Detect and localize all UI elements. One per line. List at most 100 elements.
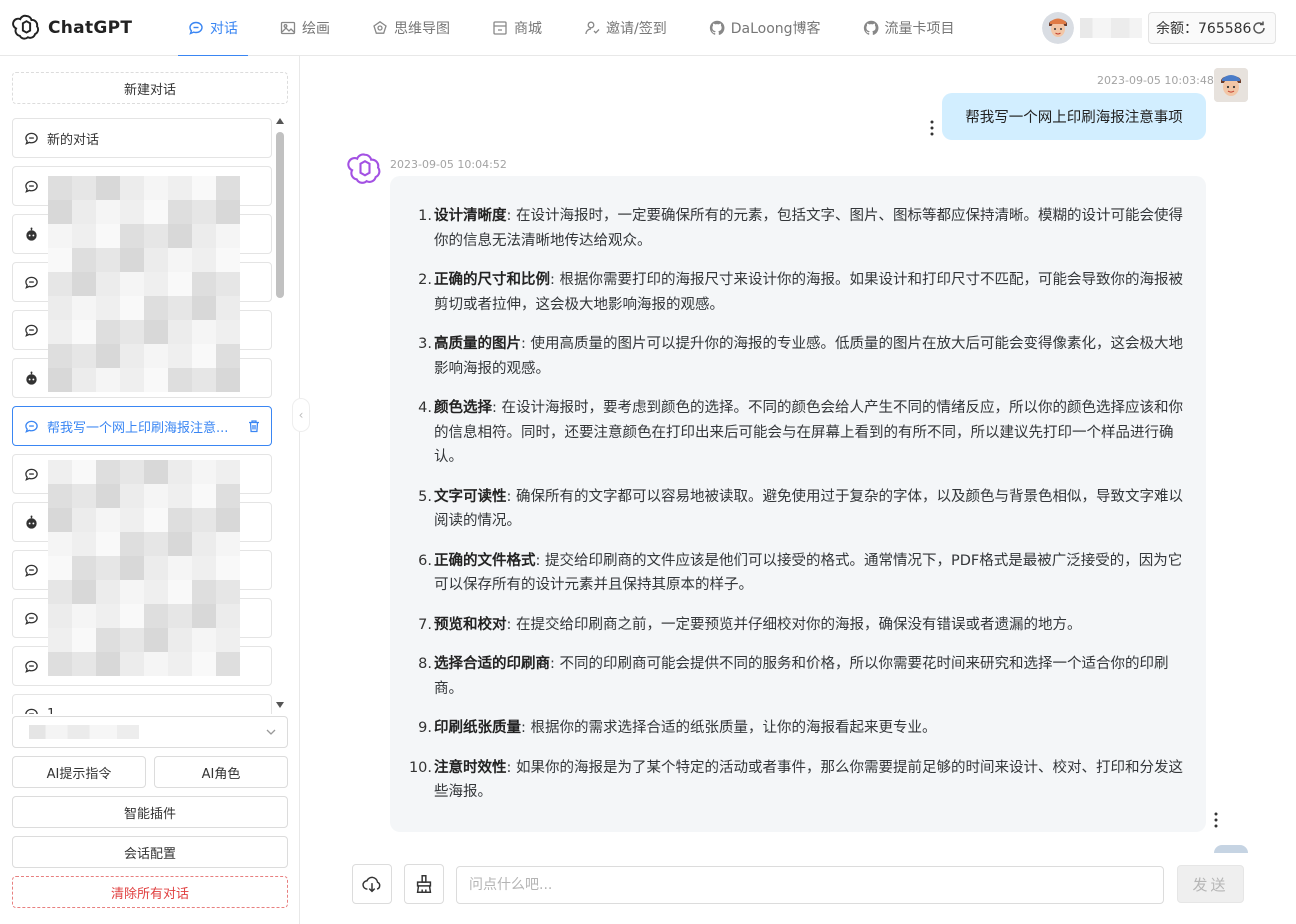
answer-item-title: 高质量的图片 — [434, 336, 521, 352]
redacted-mosaic — [120, 580, 144, 604]
ai-role-button[interactable]: AI角色 — [154, 756, 288, 788]
openai-logo-icon — [12, 14, 40, 40]
redacted-mosaic — [168, 272, 192, 296]
answer-item-title: 设计清晰度 — [434, 208, 507, 224]
answer-item-text: : 确保所有的文字都可以容易地被读取。避免使用过于复杂的字体，以及颜色与背景色相… — [434, 488, 1183, 530]
answer-item-title: 选择合适的印刷商 — [434, 656, 550, 672]
ai-prompt-button[interactable]: AI提示指令 — [12, 756, 146, 788]
redacted-mosaic — [96, 532, 120, 556]
redacted-mosaic — [48, 580, 72, 604]
redacted-mosaic — [168, 460, 192, 484]
redacted-mosaic — [216, 344, 240, 368]
nav-tab-store[interactable]: 商城 — [480, 0, 554, 56]
nav-tab-invite[interactable]: 邀请/签到 — [572, 0, 679, 56]
redacted-mosaic — [72, 652, 96, 676]
clear-screen-button[interactable] — [404, 864, 444, 904]
redacted-mosaic — [96, 508, 120, 532]
balance-label: 余额：765586 — [1156, 21, 1252, 37]
answer-item-title: 注意时效性 — [434, 759, 507, 776]
redacted-mosaic — [168, 628, 192, 652]
more-vertical-icon[interactable] — [1210, 811, 1222, 829]
conversation-item[interactable]: 1 — [12, 694, 272, 714]
redacted-mosaic — [72, 320, 96, 344]
redacted-mosaic — [192, 344, 216, 368]
redacted-mosaic — [168, 556, 192, 580]
redacted-mosaic — [216, 628, 240, 652]
redacted-mosaic — [192, 484, 216, 508]
redacted-mosaic — [96, 580, 120, 604]
store-icon — [492, 20, 508, 36]
main-nav: 对话 绘画 思维导图 商城 邀请/签到 DaLoong博客 流量卡项目 — [176, 0, 985, 57]
message-input[interactable] — [456, 866, 1164, 904]
redacted-mosaic — [120, 344, 144, 368]
user-avatar[interactable] — [1042, 12, 1074, 44]
conversation-item[interactable]: 新的对话 — [12, 118, 272, 158]
redacted-mosaic — [48, 652, 72, 676]
model-select[interactable] — [12, 716, 288, 748]
redacted-mosaic — [72, 296, 96, 320]
redacted-mosaic — [144, 508, 168, 532]
nav-tab-chat[interactable]: 对话 — [176, 0, 250, 57]
user-message-time: 2023-09-05 10:03:48 — [1097, 74, 1214, 87]
nav-tab-label: 商城 — [514, 21, 542, 37]
redacted-mosaic — [192, 628, 216, 652]
redacted-mosaic — [168, 580, 192, 604]
scroll-up-arrow-icon[interactable] — [276, 118, 284, 124]
openai-icon — [24, 226, 39, 242]
redacted-mosaic — [96, 320, 120, 344]
redacted-mosaic — [72, 532, 96, 556]
redacted-mosaic — [120, 604, 144, 628]
nav-tab-sim-card[interactable]: 流量卡项目 — [851, 0, 967, 56]
redacted-mosaic — [168, 344, 192, 368]
mindmap-icon — [372, 20, 388, 36]
redacted-mosaic — [168, 248, 192, 272]
scroll-down-arrow-icon[interactable] — [276, 702, 284, 708]
invite-icon — [584, 20, 600, 36]
redacted-mosaic — [72, 248, 96, 272]
nav-tab-label: 邀请/签到 — [606, 21, 667, 37]
redacted-mosaic — [120, 532, 144, 556]
redacted-mosaic — [48, 272, 72, 296]
redacted-mosaic — [192, 556, 216, 580]
app-logo[interactable]: ChatGPT — [12, 13, 132, 42]
redacted-mosaic — [192, 508, 216, 532]
smart-plugin-button[interactable]: 智能插件 — [12, 796, 288, 828]
top-header: ChatGPT 对话 绘画 思维导图 商城 邀请/签到 DaLoong博客 流量… — [0, 0, 1296, 57]
clear-all-button[interactable]: 清除所有对话 — [12, 876, 288, 908]
redacted-mosaic — [216, 460, 240, 484]
nav-tab-mindmap[interactable]: 思维导图 — [360, 0, 462, 56]
download-button[interactable] — [352, 864, 392, 904]
refresh-icon[interactable] — [1251, 20, 1267, 36]
nav-tab-draw[interactable]: 绘画 — [268, 0, 342, 56]
redacted-mosaic — [192, 320, 216, 344]
new-chat-button[interactable]: 新建对话 — [12, 72, 288, 104]
redacted-mosaic — [168, 296, 192, 320]
redacted-mosaic — [192, 296, 216, 320]
scrollbar-thumb[interactable] — [276, 132, 284, 298]
cloud-download-icon — [362, 876, 381, 893]
redacted-mosaic — [144, 368, 168, 392]
redacted-mosaic — [120, 652, 144, 676]
chat-icon — [24, 323, 39, 338]
bot-message-bubble: 设计清晰度: 在设计海报时，一定要确保所有的元素，包括文字、图片、图标等都应保持… — [390, 176, 1206, 832]
more-vertical-icon[interactable] — [926, 119, 938, 137]
chatgpt-bot-avatar-icon — [347, 153, 381, 184]
redacted-mosaic — [48, 532, 72, 556]
redacted-mosaic — [216, 556, 240, 580]
session-config-button[interactable]: 会话配置 — [12, 836, 288, 868]
username-redacted — [1080, 18, 1142, 38]
conversation-item[interactable]: 帮我写一个网上印刷海报注意... — [12, 406, 272, 446]
redacted-mosaic — [72, 368, 96, 392]
conversation-label: 帮我写一个网上印刷海报注意... — [47, 420, 229, 436]
chat-icon — [188, 20, 204, 36]
redacted-mosaic — [120, 628, 144, 652]
nav-tab-blog[interactable]: DaLoong博客 — [697, 0, 833, 56]
delete-icon[interactable] — [247, 419, 261, 433]
github-icon — [863, 20, 879, 36]
answer-item: 正确的文件格式: 提交给印刷商的文件应该是他们可以接受的格式。通常情况下，PDF… — [408, 549, 1194, 598]
answer-item-title: 正确的文件格式 — [434, 552, 536, 569]
redacted-mosaic — [192, 200, 216, 224]
redacted-mosaic — [96, 604, 120, 628]
conversation-scrollbar[interactable] — [276, 118, 284, 708]
send-button[interactable]: 发送 — [1177, 865, 1244, 903]
